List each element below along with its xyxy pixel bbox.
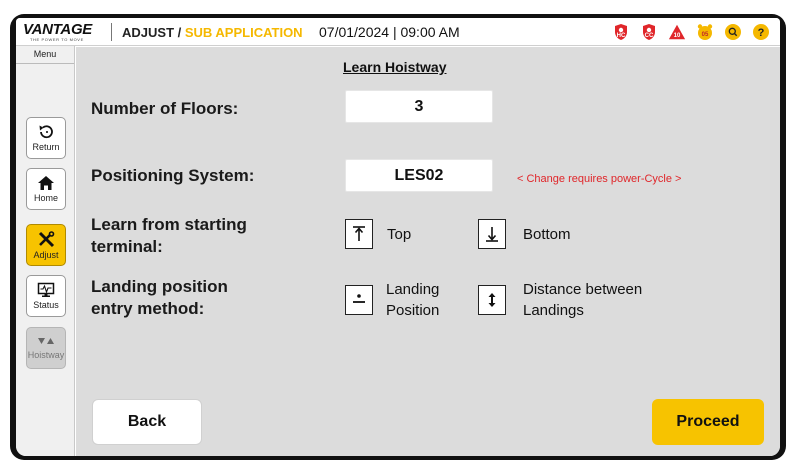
sidebar-item-label: Return [32,142,60,152]
menu-label: Menu [33,49,57,59]
sidebar-item-hoistway[interactable]: Hoistway [26,327,66,369]
floors-label: Number of Floors: [91,99,239,118]
distance-option-button[interactable] [478,285,506,315]
landing-position-label-line2[interactable]: Position [386,301,439,321]
proceed-button[interactable]: Proceed [652,399,764,445]
sidebar-item-label: Status [33,300,59,310]
sidebar-item-return[interactable]: Return [26,117,66,159]
positioning-field[interactable]: LES02 [345,159,493,192]
landing-position-option-button[interactable] [345,285,373,315]
bottom-option-label[interactable]: Bottom [523,225,571,245]
search-icon[interactable] [724,23,742,41]
home-icon [38,176,54,190]
top-header: VANTAGE THE POWER TO MOVE ADJUST / SUB A… [16,18,780,46]
sidebar-item-label: Hoistway [27,350,65,360]
hoistway-icon [38,338,54,344]
side-menu: Menu Return Home Adjust Status Hoistway [16,46,75,456]
return-icon [39,125,53,139]
breadcrumb-sub: SUB APPLICATION [184,25,303,40]
help-icon[interactable]: ? [752,23,770,41]
sidebar-item-label: Adjust [33,249,59,260]
positioning-label: Positioning System: [91,166,255,185]
warning-count-icon[interactable]: 10 [668,23,686,41]
power-cycle-note: < Change requires power-Cycle > [517,173,682,185]
top-option-button[interactable] [345,219,373,249]
distance-arrows-icon [488,293,496,307]
landing-position-icon [353,294,365,303]
hc-alert-icon[interactable]: HC [612,23,630,41]
alarm-clock-icon[interactable]: 05 [696,23,714,41]
sidebar-item-label: Home [33,193,58,203]
sidebar-item-adjust[interactable]: Adjust [26,224,66,266]
cc-alert-text: CC [644,33,654,39]
arrow-up-bar-icon [353,226,365,241]
logo-tagline: THE POWER TO MOVE [30,37,84,42]
alarm-clock-text: 05 [701,32,709,38]
help-text: ? [757,27,765,39]
cc-alert-icon[interactable]: CC [640,23,658,41]
status-monitor-icon [37,282,55,297]
hc-alert-text: HC [616,33,626,39]
header-divider [111,23,112,41]
floors-field[interactable]: 3 [345,90,493,123]
app-screen: VANTAGE THE POWER TO MOVE ADJUST / SUB A… [16,18,780,456]
menu-divider [16,63,74,64]
arrow-down-bar-icon [486,227,498,242]
tools-icon [38,230,55,247]
landing-label-line2: entry method: [91,299,205,318]
back-button[interactable]: Back [92,399,202,445]
breadcrumb-main: ADJUST / [122,25,185,40]
vantage-logo: VANTAGE THE POWER TO MOVE [21,21,105,43]
main-panel: Learn Hoistway Number of Floors: 3 Posit… [76,47,780,456]
logo-text: VANTAGE [23,21,93,38]
terminal-label-line2: terminal: [91,237,163,256]
page-title: Learn Hoistway [343,59,447,75]
top-option-label[interactable]: Top [387,225,411,245]
bottom-option-button[interactable] [478,219,506,249]
breadcrumb: ADJUST / SUB APPLICATION [122,25,303,40]
sidebar-item-status[interactable]: Status [26,275,66,317]
terminal-label-line1: Learn from starting [91,215,247,234]
landing-position-label-line1[interactable]: Landing [386,280,439,300]
distance-label-line2[interactable]: Landings [523,301,584,321]
warning-count-text: 10 [673,33,681,39]
distance-label-line1[interactable]: Distance between [523,280,642,300]
landing-label-line1: Landing position [91,277,228,296]
sidebar-item-home[interactable]: Home [26,168,66,210]
status-icon-bar: HC CC 10 05 ? [612,22,770,42]
date-time: 07/01/2024 | 09:00 AM [319,24,460,40]
